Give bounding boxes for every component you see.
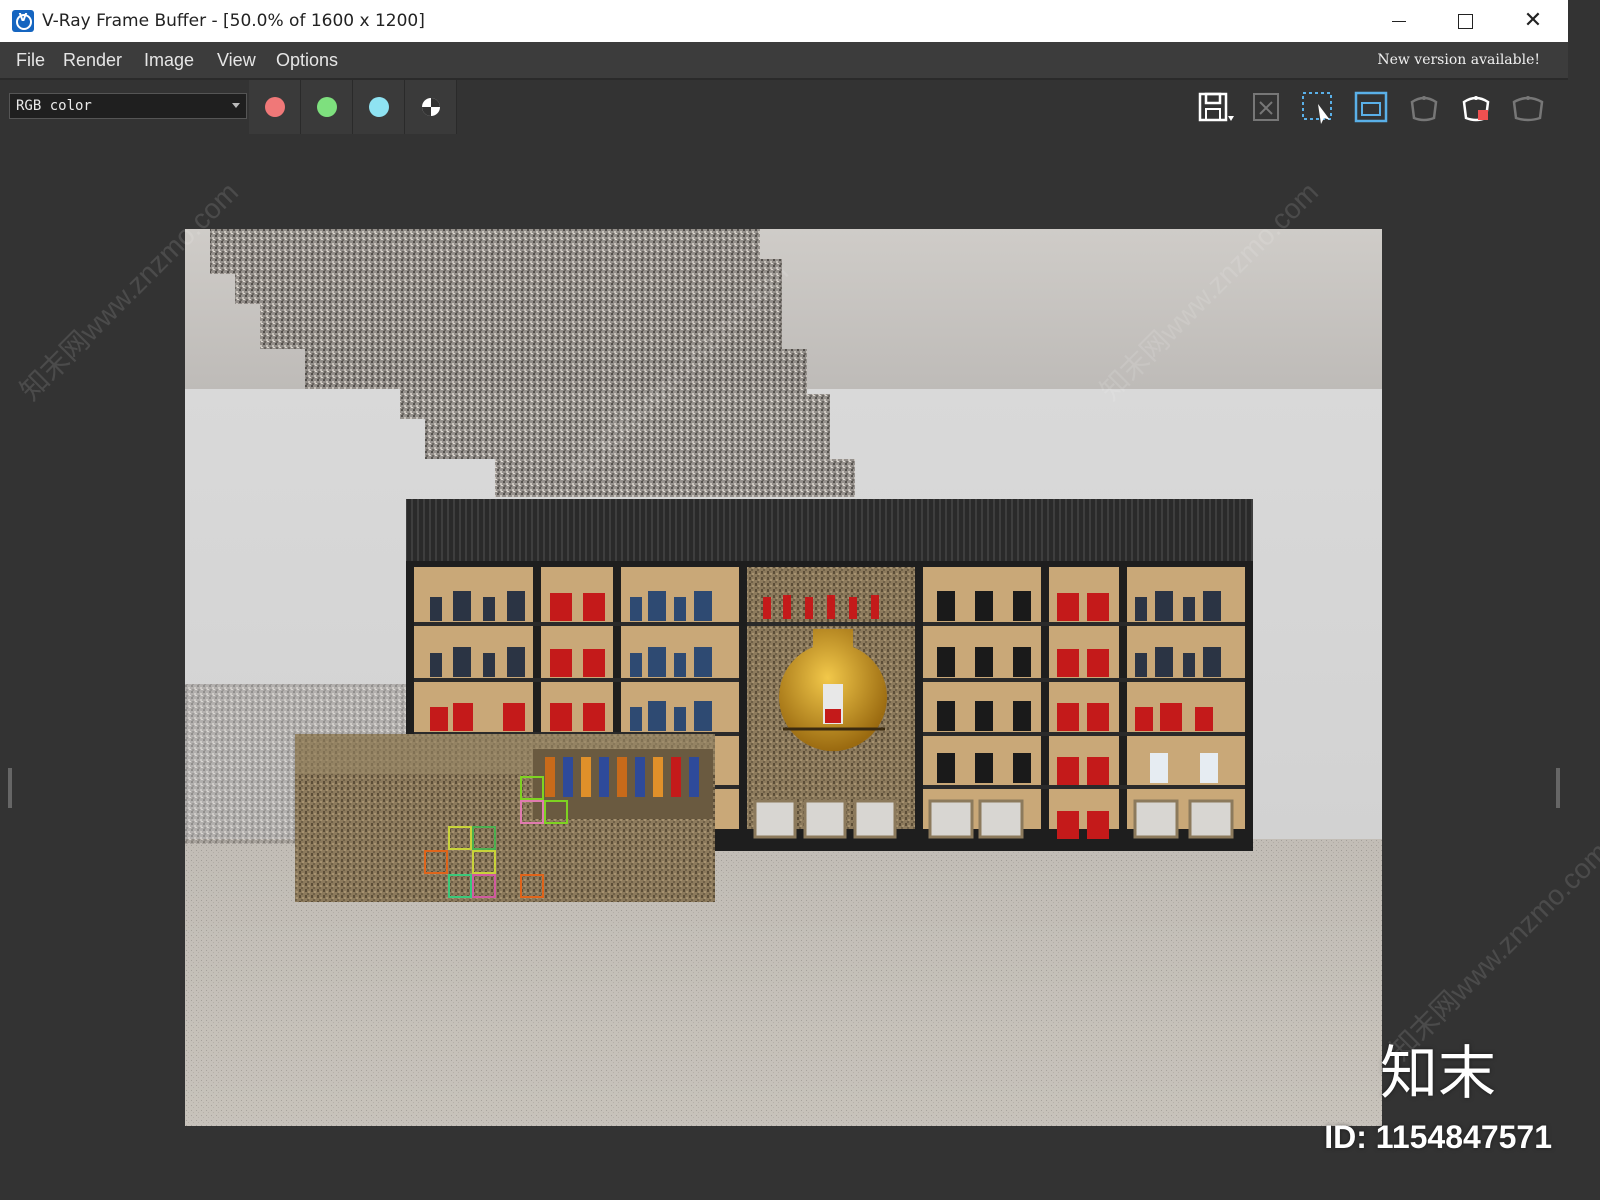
red-channel-button[interactable] xyxy=(249,80,301,134)
title-bar: V-Ray Frame Buffer - [50.0% of 1600 x 12… xyxy=(0,0,1568,42)
channel-value: RGB color xyxy=(16,98,92,114)
chevron-down-icon xyxy=(232,103,240,108)
window-title: V-Ray Frame Buffer - [50.0% of 1600 x 12… xyxy=(42,11,425,31)
region-select-icon[interactable] xyxy=(1300,90,1340,126)
alpha-icon xyxy=(422,98,440,116)
close-icon: ✕ xyxy=(1523,8,1543,33)
blue-dot-icon xyxy=(369,97,389,117)
new-version-link[interactable]: New version available! xyxy=(1377,52,1540,68)
maximize-icon xyxy=(1457,13,1473,29)
save-icon[interactable] xyxy=(1196,90,1236,126)
channel-select[interactable]: RGB color xyxy=(9,93,247,119)
close-button[interactable]: ✕ xyxy=(1500,0,1566,42)
menu-image[interactable]: Image xyxy=(144,50,194,71)
menu-bar: File Render Image View Options New versi… xyxy=(0,42,1568,80)
right-panel-grip[interactable] xyxy=(1556,768,1560,808)
menu-options[interactable]: Options xyxy=(276,50,338,71)
brand-watermark: 知末 xyxy=(1379,1039,1496,1107)
interactive-render-icon[interactable] xyxy=(1508,90,1548,126)
menu-file[interactable]: File xyxy=(16,50,45,71)
clear-image-icon[interactable] xyxy=(1248,90,1288,126)
red-dot-icon xyxy=(265,97,285,117)
toolbar: RGB color xyxy=(0,80,1568,136)
minimize-icon xyxy=(1392,20,1406,22)
green-channel-button[interactable] xyxy=(301,80,353,134)
alpha-channel-button[interactable] xyxy=(405,80,457,134)
blue-channel-button[interactable] xyxy=(353,80,405,134)
minimize-button[interactable] xyxy=(1366,0,1432,42)
track-mouse-icon[interactable] xyxy=(1352,90,1392,126)
green-dot-icon xyxy=(317,97,337,117)
render-icon[interactable] xyxy=(1456,90,1496,126)
left-panel-grip[interactable] xyxy=(8,768,12,808)
id-watermark: ID: 1154847571 xyxy=(1324,1119,1552,1155)
menu-view[interactable]: View xyxy=(217,50,256,71)
maximize-button[interactable] xyxy=(1432,0,1498,42)
render-scene xyxy=(185,229,1382,1126)
vray-logo-icon xyxy=(12,10,34,32)
menu-render[interactable]: Render xyxy=(63,50,122,71)
rendered-image[interactable] xyxy=(185,229,1382,1126)
render-last-icon[interactable] xyxy=(1404,90,1444,126)
